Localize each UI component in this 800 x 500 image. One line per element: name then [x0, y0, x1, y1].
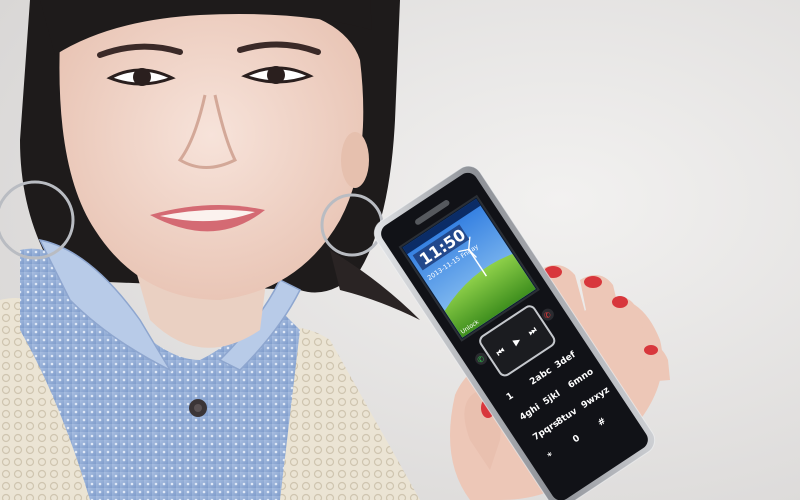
nail-4 [644, 345, 658, 355]
nail-3 [612, 296, 628, 308]
ear [341, 132, 369, 188]
photo-scene: 11:50 2013-11-15 Friday Unlock ⏮ ▶ ⏭ ✆ ✆… [0, 0, 800, 500]
nail-2 [584, 276, 602, 288]
